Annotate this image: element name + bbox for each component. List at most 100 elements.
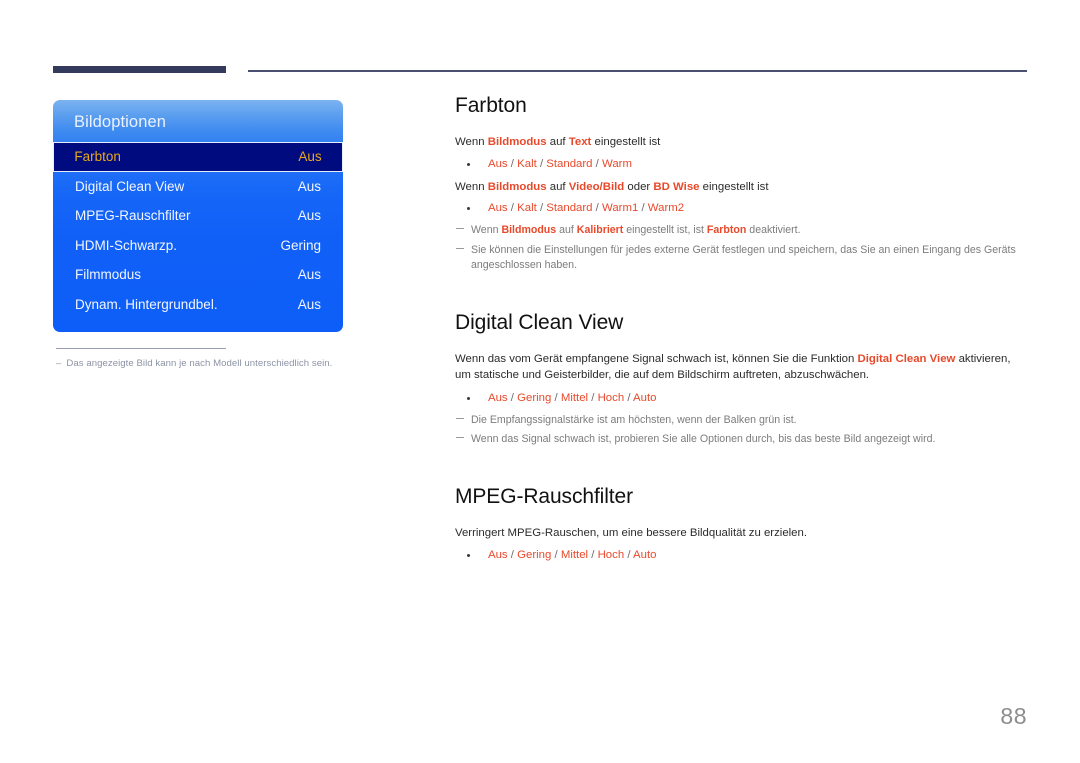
farbton-note-1: Wenn Bildmodus auf Kalibriert eingestell… bbox=[455, 223, 1027, 239]
page-title-mpeg-rauschfilter: MPEG-Rauschfilter bbox=[455, 484, 634, 508]
option-separator: / bbox=[588, 549, 598, 561]
option-value: Warm2 bbox=[647, 202, 685, 214]
osd-item-label: Dynam. Hintergrundbel. bbox=[75, 296, 218, 312]
header-rule-thick bbox=[53, 66, 226, 73]
option-value: Warm1 bbox=[602, 202, 639, 214]
osd-menu-item-filmmodus[interactable]: Filmmodus Aus bbox=[53, 260, 343, 290]
osd-panel-title: Bildoptionen bbox=[74, 113, 167, 131]
text-fragment: Wenn bbox=[455, 136, 488, 148]
page-number: 88 bbox=[1000, 703, 1027, 729]
term-digital-clean-view: Digital Clean View bbox=[857, 352, 956, 365]
osd-menu-item-mpeg-rauschfilter[interactable]: MPEG-Rauschfilter Aus bbox=[53, 201, 343, 231]
osd-menu-item-farbton[interactable]: Farbton Aus bbox=[53, 142, 343, 172]
text-fragment: eingestellt ist bbox=[591, 136, 661, 148]
section-farbton: Farbton Wenn Bildmodus auf Text eingeste… bbox=[455, 94, 1027, 274]
text-fragment: eingestellt ist bbox=[699, 180, 769, 193]
list-item: Aus / Gering / Mittel / Hoch / Auto bbox=[455, 390, 1027, 407]
dcv-options-list: Aus / Gering / Mittel / Hoch / Auto bbox=[455, 390, 1027, 407]
option-separator: / bbox=[507, 391, 518, 404]
osd-item-label: Farbton bbox=[74, 149, 121, 165]
osd-item-value: Aus bbox=[297, 267, 321, 283]
osd-menu-panel: Bildoptionen Farbton Aus Digital Clean V… bbox=[53, 100, 343, 332]
option-value: Warm bbox=[602, 157, 632, 170]
term-bildmodus: Bildmodus bbox=[487, 180, 547, 193]
option-value: Standard bbox=[546, 157, 593, 170]
dcv-description: Wenn das vom Gerät empfangene Signal sch… bbox=[455, 351, 1027, 384]
footnote-text: Das angezeigte Bild kann je nach Modell … bbox=[66, 358, 333, 370]
osd-item-value: Aus bbox=[297, 178, 321, 194]
option-separator: / bbox=[507, 549, 518, 561]
footnote-divider bbox=[56, 348, 226, 350]
osd-item-label: Digital Clean View bbox=[75, 178, 185, 194]
term-bildmodus: Bildmodus bbox=[501, 224, 557, 236]
farbton-options-list-2: Aus / Kalt / Standard / Warm1 / Warm2 bbox=[455, 200, 1027, 217]
option-separator: / bbox=[551, 391, 561, 404]
option-value: Mittel bbox=[560, 549, 589, 561]
term-text: Text bbox=[568, 136, 592, 148]
term-bildmodus: Bildmodus bbox=[487, 136, 547, 148]
option-separator: / bbox=[507, 157, 518, 170]
section-digital-clean-view: Digital Clean View Wenn das vom Gerät em… bbox=[455, 311, 1027, 448]
option-separator: / bbox=[507, 202, 518, 214]
osd-footnote: – Das angezeigte Bild kann je nach Model… bbox=[56, 358, 343, 369]
dcv-note-2: Wenn das Signal schwach ist, probieren S… bbox=[455, 432, 1027, 448]
option-value: Hoch bbox=[597, 391, 625, 404]
option-value: Auto bbox=[633, 391, 657, 404]
osd-menu-list: Farbton Aus Digital Clean View Aus MPEG-… bbox=[53, 142, 343, 319]
page-title-farbton: Farbton bbox=[455, 94, 527, 117]
option-value: Kalt bbox=[517, 202, 537, 214]
footnote-dash-icon: – bbox=[56, 358, 62, 370]
option-value: Aus bbox=[488, 157, 508, 170]
text-fragment: Wenn bbox=[471, 224, 502, 236]
option-separator: / bbox=[536, 157, 547, 170]
option-value: Mittel bbox=[560, 391, 589, 404]
option-separator: / bbox=[588, 391, 598, 404]
farbton-options-list-1: Aus / Kalt / Standard / Warm bbox=[455, 156, 1027, 173]
option-value: Aus bbox=[488, 549, 508, 561]
dcv-note-1: Die Empfangssignalstärke ist am höchsten… bbox=[455, 413, 1027, 429]
option-separator: / bbox=[551, 549, 561, 561]
option-separator: / bbox=[624, 391, 634, 404]
text-fragment: auf bbox=[546, 180, 569, 193]
osd-item-value: Aus bbox=[297, 208, 321, 224]
option-value: Standard bbox=[546, 202, 593, 214]
text-fragment: auf bbox=[556, 224, 577, 236]
text-fragment: oder bbox=[624, 180, 654, 193]
osd-item-label: MPEG-Rauschfilter bbox=[75, 208, 191, 224]
osd-item-value: Gering bbox=[280, 237, 321, 253]
osd-menu-item-hdmi-schwarzp[interactable]: HDMI-Schwarzp. Gering bbox=[53, 231, 343, 261]
header-rule-thin bbox=[248, 70, 1027, 72]
term-kalibriert: Kalibriert bbox=[576, 224, 624, 236]
section-mpeg-rauschfilter: MPEG-Rauschfilter Verringert MPEG-Rausch… bbox=[455, 485, 1027, 565]
osd-menu-item-digital-clean-view[interactable]: Digital Clean View Aus bbox=[53, 172, 343, 202]
farbton-condition-2: Wenn Bildmodus auf Video/Bild oder BD Wi… bbox=[455, 179, 1027, 196]
option-value: Hoch bbox=[597, 549, 625, 561]
option-value: Aus bbox=[488, 391, 508, 404]
text-fragment: eingestellt ist, ist bbox=[623, 224, 707, 236]
option-separator: / bbox=[638, 202, 648, 214]
list-item: Aus / Kalt / Standard / Warm bbox=[455, 156, 1027, 173]
option-value: Gering bbox=[517, 391, 552, 404]
term-video-bild: Video/Bild bbox=[568, 180, 625, 193]
text-fragment: Wenn bbox=[455, 180, 488, 193]
osd-item-value: Aus bbox=[298, 149, 322, 165]
text-fragment: deaktiviert. bbox=[746, 224, 801, 236]
option-value: Kalt bbox=[517, 157, 537, 170]
osd-menu-item-dynam-hintergrundbel[interactable]: Dynam. Hintergrundbel. Aus bbox=[53, 290, 343, 320]
option-value: Auto bbox=[633, 549, 657, 561]
option-value: Gering bbox=[517, 549, 552, 561]
osd-item-label: HDMI-Schwarzp. bbox=[75, 237, 178, 253]
option-separator: / bbox=[592, 157, 603, 170]
osd-item-value: Aus bbox=[297, 296, 321, 312]
page-header-rules bbox=[0, 0, 1080, 80]
content-column: Farbton Wenn Bildmodus auf Text eingeste… bbox=[455, 94, 1027, 570]
mpeg-options-list: Aus / Gering / Mittel / Hoch / Auto bbox=[455, 547, 1027, 564]
option-separator: / bbox=[592, 202, 603, 214]
left-column: Bildoptionen Farbton Aus Digital Clean V… bbox=[53, 100, 343, 369]
option-value: Aus bbox=[488, 202, 508, 214]
mpeg-description: Verringert MPEG-Rauschen, um eine besser… bbox=[455, 526, 808, 539]
page-title-digital-clean-view: Digital Clean View bbox=[455, 310, 624, 334]
option-separator: / bbox=[536, 202, 547, 214]
osd-item-label: Filmmodus bbox=[75, 267, 142, 283]
list-item: Aus / Kalt / Standard / Warm1 / Warm2 bbox=[455, 200, 1027, 217]
